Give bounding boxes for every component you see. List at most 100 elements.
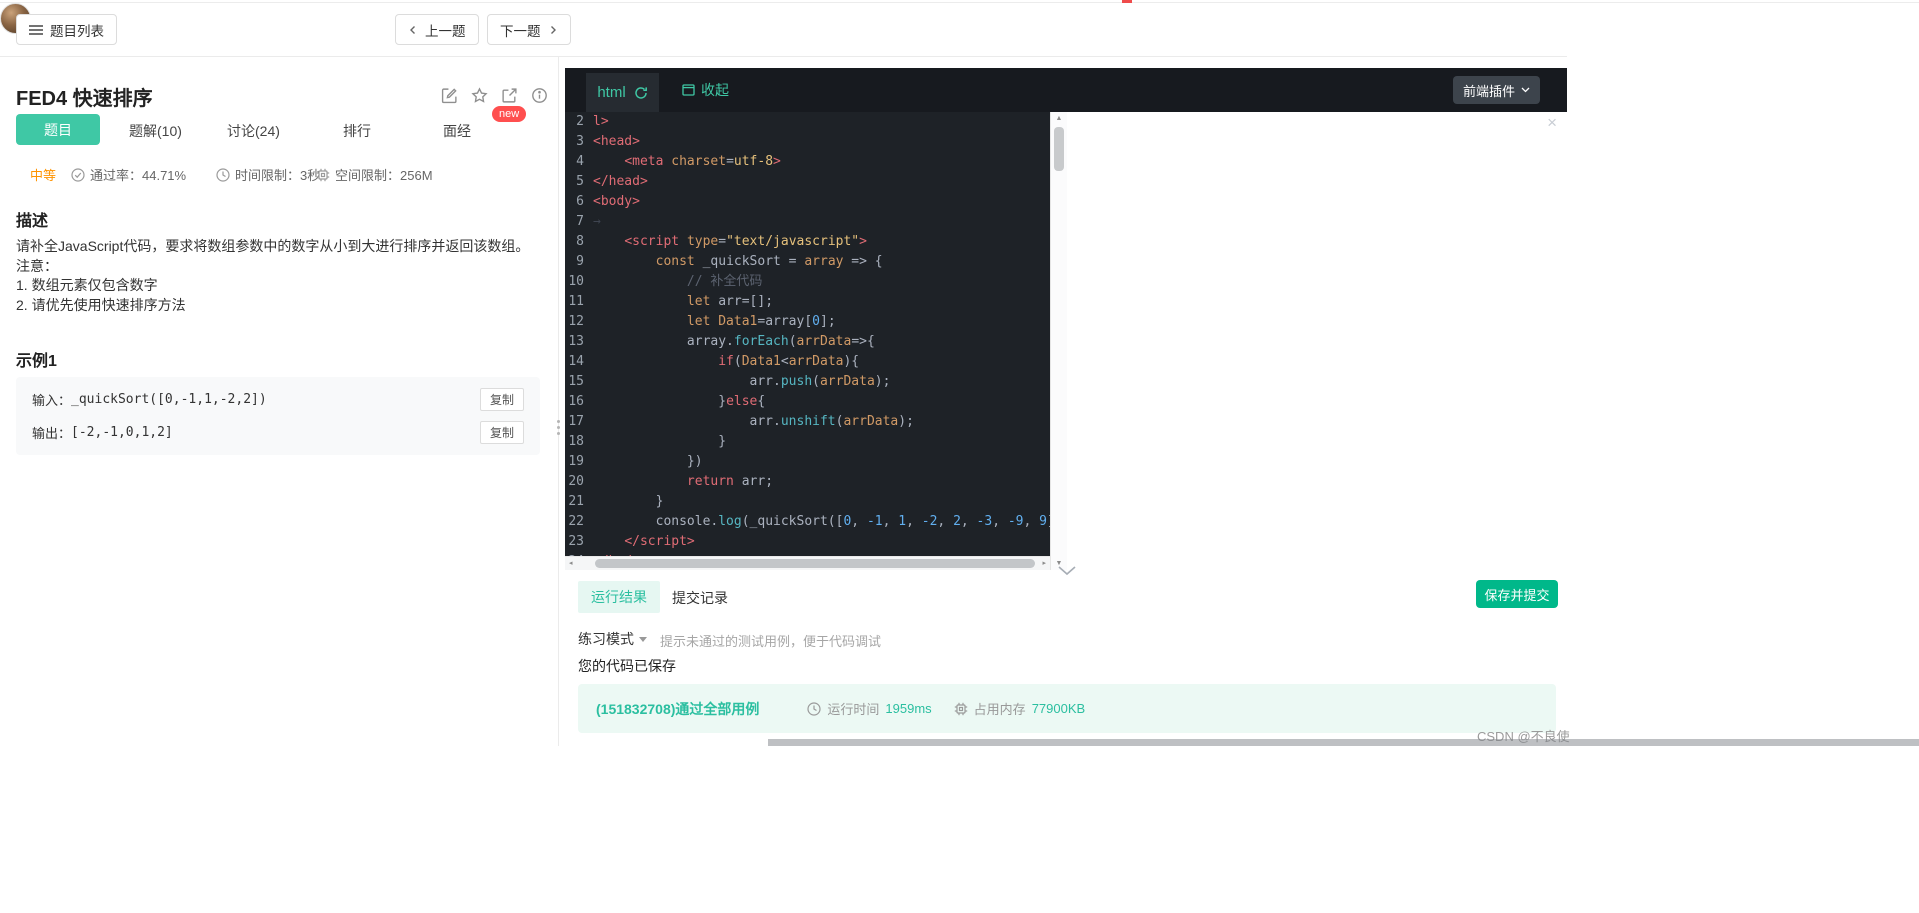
collapse-editor-button[interactable]: 收起 <box>682 68 729 112</box>
editor-horizontal-scrollbar[interactable]: ◂ ▸ <box>565 556 1050 570</box>
code-line: 23 </script> <box>565 532 1050 552</box>
page-title: FED4 快速排序 <box>16 88 153 110</box>
practice-mode-dropdown[interactable]: 练习模式 <box>578 629 647 649</box>
edit-icon[interactable] <box>441 87 458 104</box>
code-line: 7 → <box>565 212 1050 232</box>
code-line: 6 <body> <box>565 192 1050 212</box>
code-line: 3 <head> <box>565 132 1050 152</box>
code-line: 5 </head> <box>565 172 1050 192</box>
share-icon[interactable] <box>501 87 518 104</box>
tab-submit-history[interactable]: 提交记录 <box>672 588 728 608</box>
code-line: 9 const _quickSort = array => { <box>565 252 1050 272</box>
close-icon[interactable]: × <box>1547 113 1557 133</box>
tab-solutions[interactable]: 题解(10) <box>129 121 182 141</box>
top-navigation-bar: 题目列表 上一题 下一题 <box>0 3 1567 57</box>
description-line: 2. 请优先使用快速排序方法 <box>16 296 186 313</box>
scroll-up-arrow-icon[interactable]: ▲ <box>1051 115 1067 122</box>
collapse-editor-chevron[interactable] <box>1056 563 1078 579</box>
line-number: 13 <box>568 334 584 349</box>
prev-problem-button[interactable]: 上一题 <box>395 14 479 45</box>
line-number: 18 <box>568 434 584 449</box>
line-number: 17 <box>568 414 584 429</box>
chevron-left-icon <box>410 25 415 34</box>
problem-list-button[interactable]: 题目列表 <box>16 14 117 45</box>
tab-ranking[interactable]: 排行 <box>343 121 371 141</box>
prev-problem-label: 上一题 <box>425 23 466 39</box>
chip-icon <box>954 702 967 715</box>
example-output-row: 输出： [-2,-1,0,1,2] 复制 <box>16 416 540 449</box>
line-number: 9 <box>576 254 584 269</box>
info-icon[interactable] <box>531 87 548 104</box>
copy-input-button[interactable]: 复制 <box>479 388 524 411</box>
code-line: 10 // 补全代码 <box>565 272 1050 292</box>
panel-drag-handle[interactable] <box>553 413 564 441</box>
code-line: 2 l> <box>565 112 1050 132</box>
example-input-label: 输入： <box>32 393 72 408</box>
tab-discussion[interactable]: 讨论(24) <box>227 121 280 141</box>
line-number: 4 <box>576 154 584 169</box>
preview-pane: × <box>1067 112 1567 570</box>
runtime-label: 运行时间 <box>827 702 880 717</box>
code-line: 14 if(Data1<arrData){ <box>565 352 1050 372</box>
code-text: <meta charset=utf-8> <box>624 154 781 169</box>
tab-interview[interactable]: 面经 <box>443 121 471 141</box>
line-number: 15 <box>568 374 584 389</box>
scroll-left-arrow-icon[interactable]: ◂ <box>569 559 573 567</box>
code-editor[interactable]: 2 l> 3 <head> 4 <meta charset=utf-8> 5 </head>… <box>565 112 1050 570</box>
practice-mode-label: 练习模式 <box>578 631 634 647</box>
code-line: 8 <script type="text/javascript"> <box>565 232 1050 252</box>
pass-rate: 通过率：44.71% <box>71 165 186 184</box>
description-text: 请补全JavaScript代码，要求将数组参数中的数字从小到大进行排序并返回该数… <box>16 237 541 315</box>
tab-run-result[interactable]: 运行结果 <box>578 581 660 613</box>
line-number: 3 <box>576 134 584 149</box>
language-tab[interactable]: html <box>586 73 659 112</box>
chevron-down-icon <box>1521 87 1530 93</box>
code-line: 21 } <box>565 492 1050 512</box>
memory-value: 77900KB <box>1031 701 1086 716</box>
next-problem-button[interactable]: 下一题 <box>487 14 571 45</box>
runtime-group: 运行时间 1959ms <box>807 699 932 718</box>
space-limit-label: 空间限制：256M <box>335 168 433 183</box>
run-result-box: (151832708)通过全部用例 运行时间 1959ms 占用内存 77900… <box>578 684 1556 733</box>
copy-output-button[interactable]: 复制 <box>479 421 524 444</box>
code-text: <head> <box>593 134 640 149</box>
example-output-value: [-2,-1,0,1,2] <box>71 425 173 440</box>
tab-problem[interactable]: 题目 <box>16 114 100 145</box>
vertical-scroll-thumb[interactable] <box>1054 127 1064 171</box>
check-circle-icon <box>71 167 85 182</box>
time-limit-label: 时间限制：3秒 <box>235 168 321 183</box>
code-line: 22 console.log(_quickSort([0, -1, 1, -2,… <box>565 512 1050 532</box>
result-status: (151832708)通过全部用例 <box>596 700 760 717</box>
line-number: 5 <box>576 174 584 189</box>
scroll-right-arrow-icon[interactable]: ▸ <box>1042 559 1046 567</box>
horizontal-scroll-thumb[interactable] <box>595 559 1035 568</box>
code-text: l> <box>593 114 609 129</box>
problem-list-label: 题目列表 <box>50 23 104 39</box>
chevron-down-icon <box>1058 566 1076 576</box>
line-number: 12 <box>568 314 584 329</box>
practice-mode-hint: 提示未通过的测试用例，便于代码调试 <box>660 634 882 649</box>
editor-vertical-scrollbar[interactable]: ▲ ▼ <box>1050 112 1067 570</box>
line-number: 10 <box>568 274 584 289</box>
code-text: <body> <box>593 194 640 209</box>
description-line: 注意： <box>16 257 58 274</box>
code-line: 18 } <box>565 432 1050 452</box>
time-limit: 时间限制：3秒 <box>216 165 320 184</box>
line-number: 6 <box>576 194 584 209</box>
star-icon[interactable] <box>471 87 488 104</box>
code-line: 12 let Data1=array[0]; <box>565 312 1050 332</box>
collapse-label: 收起 <box>701 82 729 98</box>
list-icon <box>29 24 43 35</box>
description-line: 请补全JavaScript代码，要求将数组参数中的数字从小到大进行排序并返回该数… <box>16 238 530 254</box>
code-line: 11 let arr=[]; <box>565 292 1050 312</box>
watermark-strip <box>768 739 1919 746</box>
example-box: 输入： _quickSort([0,-1,1,-2,2]) 复制 输出： [-2… <box>16 377 540 455</box>
code-text: let Data1=array[0]; <box>686 314 836 329</box>
line-number: 22 <box>568 514 584 529</box>
save-submit-button[interactable]: 保存并提交 <box>1476 580 1558 608</box>
problem-actions <box>441 87 548 104</box>
frontend-plugin-button[interactable]: 前端插件 <box>1452 76 1540 104</box>
refresh-icon[interactable] <box>634 86 648 100</box>
code-text: arr.push(arrData); <box>593 374 891 389</box>
line-number: 23 <box>568 534 584 549</box>
